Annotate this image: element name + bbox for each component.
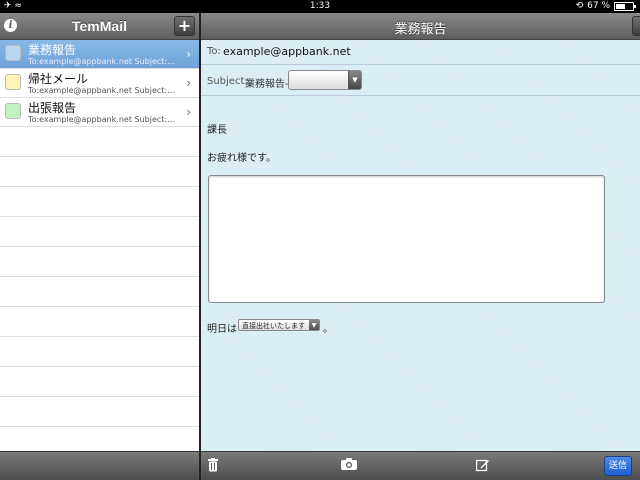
orientation-lock-icon: ⟲ xyxy=(575,1,584,11)
add-template-button[interactable]: + xyxy=(174,16,195,36)
empty-row xyxy=(0,127,199,157)
status-right: ⟲ 67 % xyxy=(575,0,636,13)
status-time: 1:33 xyxy=(309,1,331,11)
to-value[interactable]: example@appbank.net xyxy=(223,45,351,58)
battery-text: 67 % xyxy=(587,1,610,11)
list-item[interactable]: 業務報告 To:example@appbank.net Subject:業務報告… xyxy=(0,40,199,69)
color-swatch xyxy=(5,74,21,90)
mail-subtitle: To:example@appbank.net Subject:帰社メール xyxy=(28,86,183,95)
subject-prefix: 業務報告- xyxy=(245,79,289,90)
status-bar: ✈ ≈ 1:33 ⟲ 67 % xyxy=(0,0,640,13)
subject-row: Subject: 業務報告- ▼ xyxy=(201,65,640,96)
empty-row xyxy=(0,307,199,337)
mail-subtitle: To:example@appbank.net Subject:出張報告 xyxy=(28,115,183,124)
tomorrow-prefix: 明日は xyxy=(207,324,237,335)
left-toolbar xyxy=(0,451,199,480)
mail-template-list-pane: i TemMail + 業務報告 To:example@appbank.net … xyxy=(0,13,199,480)
chevron-down-icon: ▼ xyxy=(309,320,319,330)
chevron-right-icon: › xyxy=(186,105,191,119)
app-title: TemMail xyxy=(72,18,127,34)
mail-list: 業務報告 To:example@appbank.net Subject:業務報告… xyxy=(0,40,199,427)
list-item[interactable]: 帰社メール To:example@appbank.net Subject:帰社メ… xyxy=(0,69,199,98)
empty-row xyxy=(0,217,199,247)
tomorrow-dropdown-value: 直接出社いたします xyxy=(242,322,305,330)
compose-pane: 業務報告 To: example@appbank.net Subject: 業務… xyxy=(201,13,640,480)
tomorrow-suffix: 。 xyxy=(323,324,333,335)
compose-toolbar: 送信 xyxy=(201,451,640,480)
nav-edge-button[interactable] xyxy=(632,16,640,36)
color-swatch xyxy=(5,45,21,61)
body-greeting: 課長 xyxy=(207,125,227,136)
right-nav-bar: 業務報告 xyxy=(201,13,640,40)
camera-icon[interactable] xyxy=(341,458,357,475)
battery-icon xyxy=(614,2,636,11)
empty-row xyxy=(0,157,199,187)
color-swatch xyxy=(5,103,21,119)
empty-row xyxy=(0,397,199,427)
to-row[interactable]: To: example@appbank.net xyxy=(201,40,640,65)
empty-row xyxy=(0,367,199,397)
chevron-right-icon: › xyxy=(186,47,191,61)
to-label: To: xyxy=(207,46,221,57)
tomorrow-dropdown[interactable]: 直接出社いたします ▼ xyxy=(238,319,320,331)
compose-icon[interactable] xyxy=(475,458,490,477)
body-intro: お疲れ様です。 xyxy=(207,153,276,164)
send-button[interactable]: 送信 xyxy=(604,456,632,476)
body-textarea[interactable] xyxy=(208,175,605,303)
subject-label: Subject: xyxy=(207,76,248,87)
chevron-down-icon: ▼ xyxy=(348,71,361,89)
chevron-right-icon: › xyxy=(186,76,191,90)
empty-row xyxy=(0,247,199,277)
list-item[interactable]: 出張報告 To:example@appbank.net Subject:出張報告… xyxy=(0,98,199,127)
empty-row xyxy=(0,337,199,367)
mail-subtitle: To:example@appbank.net Subject:業務報告 xyxy=(28,57,183,66)
left-nav-bar: i TemMail + xyxy=(0,13,199,40)
trash-icon[interactable] xyxy=(208,458,218,477)
empty-row xyxy=(0,187,199,217)
subject-dropdown[interactable]: ▼ xyxy=(288,70,362,90)
empty-row xyxy=(0,277,199,307)
compose-title: 業務報告 xyxy=(394,22,447,37)
